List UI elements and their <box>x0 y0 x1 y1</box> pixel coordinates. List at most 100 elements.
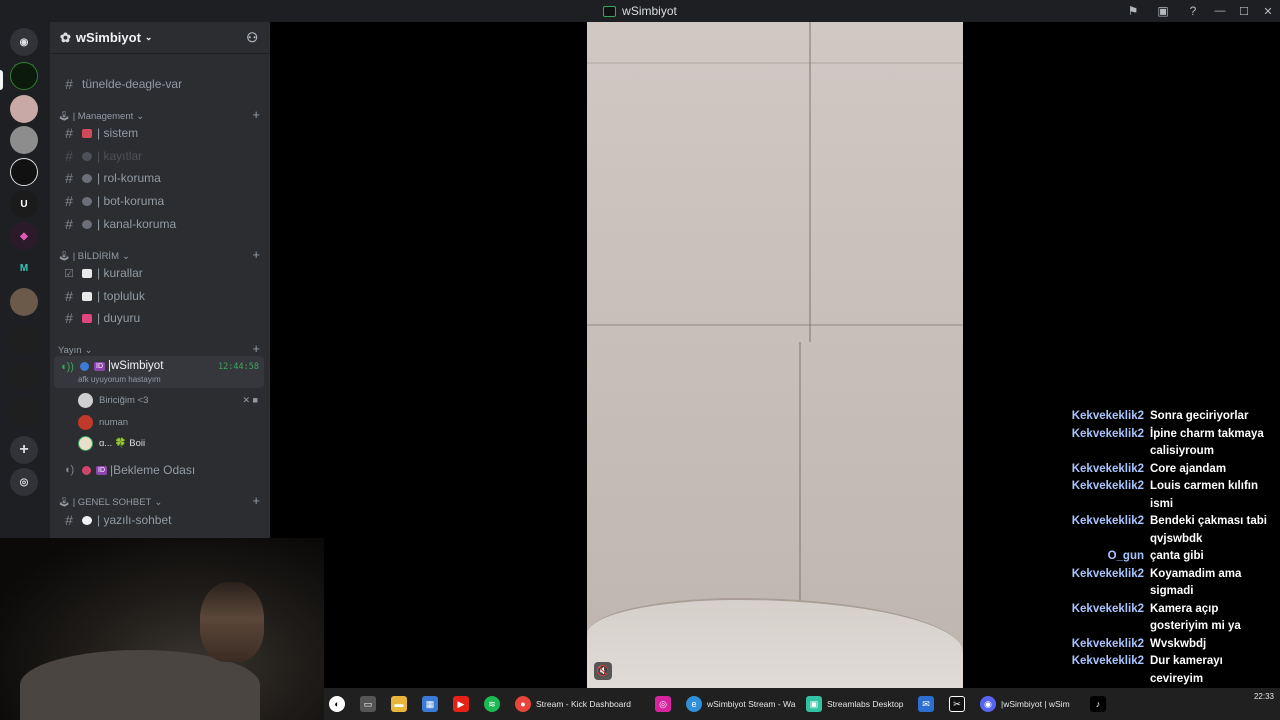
add-member-icon[interactable]: ⚇ <box>246 30 258 46</box>
channel-label: | sistem <box>97 126 139 140</box>
gear-icon: ✿ <box>60 29 71 45</box>
channel-label: | rol-koruma <box>97 171 161 185</box>
server-anime-icon[interactable] <box>10 95 38 123</box>
window-icon[interactable]: ▣ <box>1148 0 1178 22</box>
voice-user-biricigim[interactable]: Biriciğim <3 ✕ ■ <box>78 390 264 410</box>
discord-icon: ◉ <box>980 696 996 712</box>
voice-user-boii[interactable]: ɑ... 🍀 Boii <box>78 433 264 453</box>
mail-button[interactable]: ✉ <box>913 688 944 720</box>
server-folder-1-icon[interactable] <box>10 326 38 354</box>
channel-label: | kanal-koruma <box>97 217 177 231</box>
id-emoji-icon: ID <box>94 361 105 371</box>
chat-text: Bendeki çakması tabi qvjswbdk <box>1150 515 1267 545</box>
start-button[interactable]: ◐ <box>324 688 355 720</box>
spotify-button[interactable]: ≋ <box>479 688 510 720</box>
voice-channel-label: |wSimbiyot <box>108 360 164 372</box>
chat-username: Kekvekeklik2 <box>1071 480 1144 492</box>
gear-emoji-icon <box>82 151 92 161</box>
voice-channel-wsimbiyot[interactable]: ◖)) ID |wSimbiyot afk uyuyorum hastayım … <box>54 356 264 388</box>
maximize-button[interactable]: ☐ <box>1232 0 1256 22</box>
capcut-button[interactable]: ✂ <box>944 688 975 720</box>
task-view-icon: ▭ <box>360 696 376 712</box>
category-label: 🕹 | BİLDİRİM <box>58 250 119 262</box>
server-u-icon[interactable]: U <box>10 190 38 218</box>
start-icon: ◐ <box>329 696 345 712</box>
chat-text: Kamera açıp gosteriyim mi ya <box>1150 602 1241 633</box>
category-genel-sohbet[interactable]: 🕹 | GENEL SOHBET ⌄ + <box>58 493 264 510</box>
app-titlebar: wSimbiyot ⚑ ▣ ? — ☐ ✕ <box>0 0 1280 22</box>
channel-topluluk[interactable]: # | topluluk <box>58 285 264 307</box>
taskbar-app-streamlabs[interactable]: ▣ Streamlabs Desktop <box>801 688 913 720</box>
chat-message: Kekvekeklik2 Koyamadim ama sigmadi <box>1030 566 1280 601</box>
voice-channel-bekleme-odasi[interactable]: ◖) ID |Bekleme Odası <box>58 459 264 481</box>
voice-user-numan[interactable]: numan <box>78 412 264 432</box>
channel-tunelde-deagle-var[interactable]: # tünelde-deagle-var <box>58 73 264 95</box>
file-explorer-button[interactable]: ▬ <box>386 688 417 720</box>
instagram-button[interactable]: ◎ <box>650 688 681 720</box>
avatar <box>78 435 93 451</box>
stream-video[interactable] <box>587 22 963 688</box>
gear-emoji-icon <box>82 173 92 183</box>
tiktok-button[interactable]: ♪ <box>1085 688 1116 720</box>
add-channel-icon[interactable]: + <box>252 247 260 262</box>
server-cat-icon[interactable] <box>10 126 38 154</box>
hash-icon: # <box>65 193 73 209</box>
server-folder-3-icon[interactable] <box>10 398 38 426</box>
taskbar-app-label: Streamlabs Desktop <box>827 699 904 709</box>
discord-home-icon[interactable]: ◉ <box>10 28 38 56</box>
server-folder-2-icon[interactable] <box>10 362 38 390</box>
add-channel-icon[interactable]: + <box>252 107 260 122</box>
chat-text: Core ajandam <box>1150 462 1227 475</box>
taskbar-app-discord[interactable]: ◉ |wSimbiyot | wSim <box>975 688 1085 720</box>
channel-kanal-koruma[interactable]: # | kanal-koruma <box>58 213 264 235</box>
server-rail: ◉ U ◆ M + ◎ <box>0 22 50 538</box>
server-group-icon[interactable] <box>10 288 38 316</box>
channel-rol-koruma[interactable]: # | rol-koruma <box>58 167 264 189</box>
channel-kayitlar[interactable]: # | kayıtlar <box>58 145 264 167</box>
chat-username: Kekvekeklik2 <box>1071 602 1144 615</box>
chat-username: Kekvekeklik2 <box>1071 567 1144 580</box>
store-button[interactable]: ▦ <box>417 688 448 720</box>
taskbar-clock[interactable]: 22:33 <box>1254 691 1274 702</box>
add-channel-icon[interactable]: + <box>252 341 260 356</box>
minimize-button[interactable]: — <box>1208 0 1232 22</box>
channel-duyuru[interactable]: # | duyuru <box>58 307 264 329</box>
channel-yazili-sohbet[interactable]: # | yazılı-sohbet <box>58 509 264 531</box>
channel-sistem[interactable]: # | sistem <box>58 122 264 144</box>
server-skull-icon[interactable] <box>10 158 38 186</box>
channel-bot-koruma[interactable]: # | bot-koruma <box>58 190 264 212</box>
edge-icon: e <box>686 696 702 712</box>
fabric-fold <box>587 598 963 688</box>
server-m-icon[interactable]: M <box>10 254 38 282</box>
task-view-button[interactable]: ▭ <box>355 688 386 720</box>
id-emoji-icon: ID <box>96 465 107 475</box>
add-channel-icon[interactable]: + <box>252 493 260 508</box>
guild-header[interactable]: ✿ wSimbiyot ⌄ ⚇ <box>50 22 270 54</box>
help-icon[interactable]: ? <box>1178 0 1208 22</box>
server-diamond-icon[interactable]: ◆ <box>10 222 38 250</box>
chat-text: Koyamadim ama sigmadi <box>1150 567 1242 598</box>
channel-label: | topluluk <box>97 289 145 303</box>
taskbar-app-chrome[interactable]: ● Stream - Kick Dashboard <box>510 688 650 720</box>
channel-label: | kayıtlar <box>97 149 143 163</box>
chat-username: Kekvekeklik2 <box>1071 410 1144 422</box>
chat-overlay: Kekvekeklik2 Sonra geciriyorlar Kekvekekli… <box>1030 408 1280 706</box>
voice-user-name: Biriciğim <3 <box>99 394 149 406</box>
guild-name: wSimbiyot <box>75 30 141 45</box>
server-wsimbiyot-icon[interactable] <box>10 62 38 90</box>
chat-message: Kekvekeklik2 İpine charm takmaya calisiyr… <box>1030 426 1280 461</box>
channel-label: | bot-koruma <box>97 194 165 208</box>
stream-mute-icon[interactable]: 🔇 <box>594 662 612 680</box>
store-icon: ▦ <box>422 696 438 712</box>
youtube-button[interactable]: ▶ <box>448 688 479 720</box>
explore-servers-icon[interactable]: ◎ <box>10 468 38 496</box>
close-button[interactable]: ✕ <box>1256 0 1280 22</box>
add-server-icon[interactable]: + <box>10 436 38 464</box>
channel-label: | yazılı-sohbet <box>97 513 172 527</box>
rules-checkbox-icon: ☑ <box>64 267 74 280</box>
chat-username: Kekvekeklik2 <box>1071 655 1144 667</box>
channel-kurallar[interactable]: ☑ | kurallar <box>58 262 264 284</box>
taskbar-app-edge[interactable]: e wSimbiyot Stream - Wa <box>681 688 801 720</box>
bot-emoji-icon <box>82 128 92 138</box>
inbox-flag-icon[interactable]: ⚑ <box>1118 0 1148 22</box>
